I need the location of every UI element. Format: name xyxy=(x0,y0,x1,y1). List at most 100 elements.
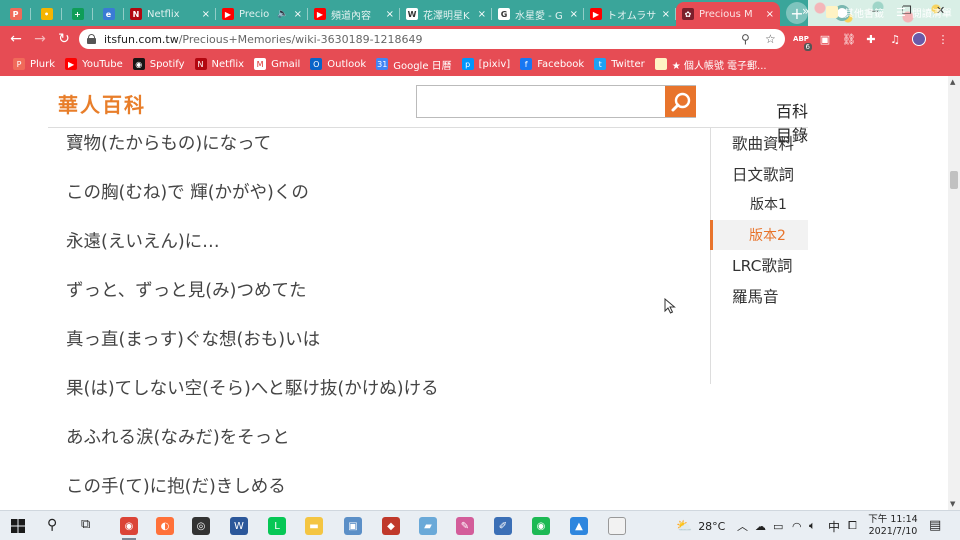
extension-link-icon[interactable]: ⛓ xyxy=(840,30,858,48)
toc-item[interactable]: 日文歌詞 xyxy=(711,159,808,190)
bookmark-item[interactable]: 31 Google 日曆 xyxy=(371,52,456,76)
tab-title: 頻道內容 xyxy=(331,10,371,22)
tab-title: 花澤明星K xyxy=(423,10,470,22)
sheets-icon: + xyxy=(71,8,84,20)
other-bookmarks[interactable]: 其他書籤 xyxy=(826,0,884,24)
zoom-icon[interactable]: ⚲ xyxy=(741,32,750,46)
tab-audio-icon[interactable]: 🔈 xyxy=(277,9,288,19)
extension-box-icon[interactable]: ▣ xyxy=(816,30,834,48)
chrome-icon[interactable]: ◉ xyxy=(120,517,138,540)
photos-icon[interactable]: ▲ xyxy=(570,517,588,535)
tablet-app-icon[interactable]: ▰ xyxy=(419,517,437,535)
word-icon[interactable]: W xyxy=(230,517,248,535)
notepad-icon[interactable] xyxy=(608,517,626,535)
tab-close-icon[interactable]: × xyxy=(478,9,486,20)
game-app-icon[interactable]: ◆ xyxy=(382,517,400,535)
toc-item[interactable]: 羅馬音 xyxy=(711,281,808,312)
media-control-icon[interactable]: ♫ xyxy=(886,30,904,48)
bookmark-item[interactable]: ▶ YouTube xyxy=(60,52,128,76)
toc-item[interactable]: 版本2 xyxy=(710,219,808,250)
profile-avatar-icon[interactable] xyxy=(910,30,928,48)
bookmarks-more-icon[interactable]: » xyxy=(802,4,809,18)
browser-tab[interactable]: N Netflix × xyxy=(124,2,216,26)
ime-indicator[interactable]: 中 xyxy=(828,511,840,540)
search-taskbar-icon[interactable]: ⚲ xyxy=(47,517,57,533)
back-icon[interactable]: ← xyxy=(4,27,28,51)
paint-app-icon[interactable]: ✎ xyxy=(456,517,474,535)
browser-menu-icon[interactable]: ⋮ xyxy=(934,30,952,48)
lyric-line: ずっと、ずっと見(み)つめてた xyxy=(66,281,307,301)
bookmark-item[interactable]: N Netflix xyxy=(190,52,250,76)
facebook-icon: f xyxy=(520,58,533,70)
forward-icon[interactable]: → xyxy=(28,27,52,51)
address-bar[interactable]: itsfun.com.tw/Precious+Memories/wiki-363… xyxy=(79,29,785,49)
firefox-icon[interactable]: ◐ xyxy=(156,517,174,535)
site-logo[interactable]: 華人百科 xyxy=(58,89,146,118)
toc-item[interactable]: 歌曲資料 xyxy=(711,128,808,159)
bookmark-item[interactable]: O Outlook xyxy=(305,52,371,76)
browser-tab[interactable]: e xyxy=(93,2,124,26)
browser-tab[interactable]: • xyxy=(31,2,62,26)
tray-overflow-icon[interactable]: ︿ xyxy=(737,511,748,540)
lyric-line: あふれる涙(なみだ)をそっと xyxy=(66,428,290,448)
tab-close-icon[interactable]: × xyxy=(662,9,670,20)
other-bookmarks-label: 其他書籤 xyxy=(844,8,884,20)
adblock-icon[interactable]: ABP 6 xyxy=(792,30,812,51)
browser-tab[interactable]: ▶ Precio 🔈 × xyxy=(216,2,308,26)
browser-tab[interactable]: ▶ 頻道內容 × xyxy=(308,2,400,26)
page-scrollbar[interactable]: ▲ ▼ xyxy=(948,76,960,510)
volume-icon[interactable]: 🔈︎ xyxy=(809,511,816,540)
windows-start-icon[interactable] xyxy=(11,519,25,533)
url-text[interactable]: itsfun.com.tw/Precious+Memories/wiki-363… xyxy=(104,33,423,46)
line-icon[interactable]: L xyxy=(268,517,286,535)
tab-list: P • + e N Netflix × ▶ Precio 🔈 × ▶ 頻道內容 × W 花澤明星K × G 水星愛 … xyxy=(0,2,780,26)
browser-tab[interactable]: ▶ トオムラサ × xyxy=(584,2,676,26)
search-input[interactable] xyxy=(416,85,696,118)
extensions-puzzle-icon[interactable]: ✚ xyxy=(862,30,880,48)
browser-tab[interactable]: P xyxy=(0,2,31,26)
bookmark-star-icon[interactable]: ☆ xyxy=(765,32,776,46)
scroll-up-icon[interactable]: ▲ xyxy=(950,78,955,86)
wifi-icon[interactable]: ◠ xyxy=(792,511,802,540)
lock-icon[interactable] xyxy=(87,34,96,44)
bookmark-item[interactable]: ◉ Spotify xyxy=(128,52,190,76)
ime-mode-icon[interactable]: ⧠ xyxy=(848,511,857,540)
tab-close-icon[interactable]: × xyxy=(386,9,394,20)
bookmark-item[interactable]: ★ 個人帳號 電子郵... xyxy=(650,52,772,76)
bookmark-item[interactable]: P Plurk xyxy=(8,52,60,76)
spotify-icon[interactable]: ◉ xyxy=(532,517,550,535)
tab-close-icon[interactable]: × xyxy=(766,9,774,20)
tab-close-icon[interactable]: × xyxy=(570,9,578,20)
browser-tab[interactable]: ✿ Precious M × xyxy=(676,2,780,26)
toc-item[interactable]: 版本1 xyxy=(711,189,808,220)
taskbar-clock[interactable]: 下午 11:14 2021/7/10 xyxy=(864,514,922,538)
bookmark-item[interactable]: M Gmail xyxy=(249,52,305,76)
tab-close-icon[interactable]: × xyxy=(294,9,302,20)
battery-icon[interactable]: ▭ xyxy=(773,511,783,540)
spotify-icon: ◉ xyxy=(132,58,145,70)
onedrive-icon[interactable]: ☁ xyxy=(755,511,766,540)
file-explorer-icon[interactable]: ▬ xyxy=(305,517,323,535)
reload-icon[interactable]: ↻ xyxy=(52,27,76,51)
bookmark-item[interactable]: t Twitter xyxy=(589,52,650,76)
reading-list[interactable]: ☰ 閱讀清單 xyxy=(896,0,952,24)
browser-tab[interactable]: + xyxy=(62,2,93,26)
scroll-down-icon[interactable]: ▼ xyxy=(950,500,955,508)
lyric-line: この胸(むね)で 輝(かがや)くの xyxy=(66,183,309,203)
browser-tab[interactable]: G 水星愛 - G × xyxy=(492,2,584,26)
scrollbar-thumb[interactable] xyxy=(950,171,958,189)
search-button[interactable] xyxy=(665,86,696,117)
bookmark-label: Netflix xyxy=(211,58,245,70)
bookmark-item[interactable]: f Facebook xyxy=(515,52,589,76)
notification-icon[interactable]: ▤ xyxy=(929,518,941,533)
bookmarks-bar: P Plurk ▶ YouTube ◉ Spotify N Netflix M Gmail O Out… xyxy=(0,52,960,76)
tab-close-icon[interactable]: × xyxy=(202,9,210,20)
browser-tab[interactable]: W 花澤明星K × xyxy=(400,2,492,26)
bookmark-item[interactable]: p [pixiv] xyxy=(457,52,516,76)
app-icon-generic[interactable]: ◎ xyxy=(192,517,210,535)
toc-item[interactable]: LRC歌詞 xyxy=(711,250,808,281)
window-app-icon[interactable]: ▣ xyxy=(344,517,362,535)
task-view-icon[interactable]: ⧉ xyxy=(81,517,90,532)
weather-widget[interactable]: ⛅ 28°C xyxy=(676,511,725,540)
pen-app-icon[interactable]: ✐ xyxy=(494,517,512,535)
